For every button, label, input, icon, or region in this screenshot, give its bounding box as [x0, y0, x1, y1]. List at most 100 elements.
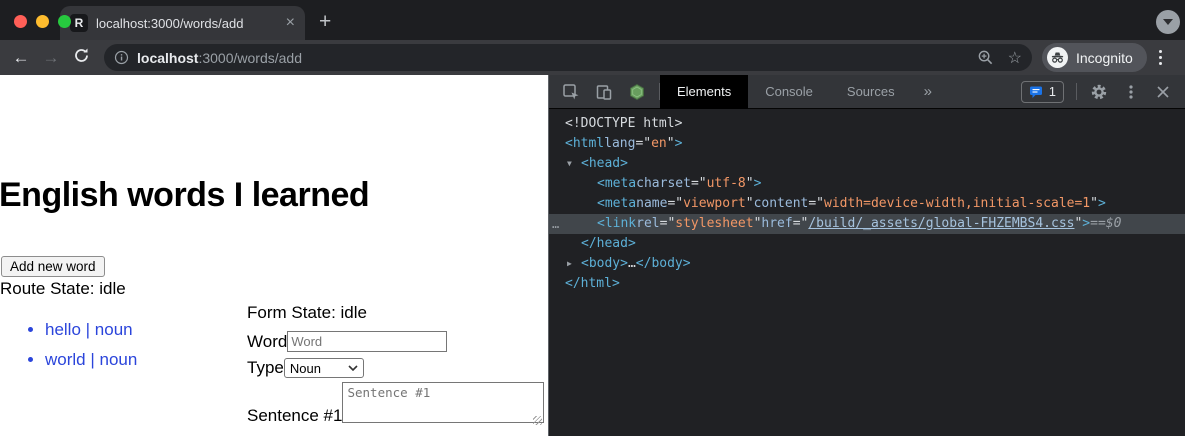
- list-item: hello | noun: [45, 320, 137, 340]
- code-segment: >: [1082, 214, 1090, 234]
- tab-close-icon[interactable]: ×: [286, 15, 295, 31]
- address-bar[interactable]: localhost:3000/words/add ☆: [104, 44, 1032, 71]
- code-segment: ": [746, 194, 754, 214]
- close-window-button[interactable]: [14, 15, 27, 28]
- code-segment: ": [746, 174, 754, 194]
- expand-arrow-icon[interactable]: ▼: [567, 154, 581, 174]
- maximize-window-button[interactable]: [58, 15, 71, 28]
- code-segment: <head>: [581, 154, 628, 174]
- code-segment: content: [754, 194, 809, 214]
- code-segment: <!DOCTYPE html>: [565, 114, 682, 134]
- node-options-ellipsis[interactable]: …: [552, 214, 560, 234]
- browser-menu-button[interactable]: [1159, 50, 1162, 65]
- devtools-dom-node[interactable]: ▶<body>…</body>: [549, 254, 1185, 274]
- arrow-spacer: [551, 274, 565, 294]
- sentence-textarea-wrap: [342, 382, 544, 428]
- traffic-lights: [14, 15, 71, 28]
- zoom-icon[interactable]: [977, 49, 994, 66]
- stylesheet-link[interactable]: /build/_assets/global-FHZEMBS4.css: [808, 214, 1074, 234]
- expand-arrow-icon[interactable]: ▶: [567, 254, 581, 274]
- code-segment: <body>: [581, 254, 628, 274]
- add-new-word-button[interactable]: Add new word: [1, 256, 105, 277]
- code-segment: </html>: [565, 274, 620, 294]
- tab-elements[interactable]: Elements: [660, 75, 748, 109]
- code-segment: =": [635, 134, 651, 154]
- arrow-spacer: [583, 174, 597, 194]
- browser-toolbar: ← → localhost:3000/words/add ☆ Incognito: [0, 40, 1185, 75]
- arrow-spacer: [583, 194, 597, 214]
- code-segment: ": [667, 134, 675, 154]
- code-segment: <meta: [597, 174, 636, 194]
- sentence-label: Sentence #1: [247, 406, 342, 428]
- add-word-form: Form State: idle Word Type Noun Sentence…: [247, 303, 547, 436]
- incognito-icon: [1047, 47, 1068, 68]
- code-segment: width=device-width,initial-scale=1: [824, 194, 1090, 214]
- code-segment: name: [636, 194, 667, 214]
- incognito-badge: Incognito: [1042, 43, 1147, 72]
- type-select[interactable]: Noun: [284, 358, 364, 378]
- tab-console[interactable]: Console: [748, 75, 830, 109]
- browser-tab[interactable]: R localhost:3000/words/add ×: [60, 6, 305, 40]
- more-tabs-icon[interactable]: »: [924, 83, 932, 100]
- console-messages-badge[interactable]: 1: [1021, 81, 1064, 103]
- devtools-dom-node[interactable]: </html>: [549, 274, 1185, 294]
- form-state-text: Form State: idle: [247, 303, 547, 323]
- word-input[interactable]: [287, 331, 447, 352]
- chevron-down-icon: [348, 365, 358, 371]
- forward-button[interactable]: →: [36, 48, 66, 68]
- word-link-hello[interactable]: hello | noun: [45, 320, 133, 339]
- site-info-icon[interactable]: [114, 50, 129, 65]
- devtools-dom-node[interactable]: <html lang="en">: [549, 134, 1185, 154]
- devtools-dom-node[interactable]: <meta charset="utf-8">: [549, 174, 1185, 194]
- list-item: world | noun: [45, 350, 137, 370]
- code-segment: en: [651, 134, 667, 154]
- devtools-dom-tree: <!DOCTYPE html><html lang="en">▼<head><m…: [549, 109, 1185, 436]
- incognito-label: Incognito: [1076, 50, 1133, 66]
- devtools-menu-icon[interactable]: [1121, 82, 1141, 102]
- devtools-dom-node[interactable]: …<link rel="stylesheet" href="/build/_as…: [549, 214, 1185, 234]
- word-label: Word: [247, 332, 287, 352]
- word-link-world[interactable]: world | noun: [45, 350, 137, 369]
- node-js-icon[interactable]: [627, 82, 647, 102]
- type-select-value: Noun: [290, 361, 321, 376]
- code-segment: stylesheet: [675, 214, 753, 234]
- remix-favicon-icon: R: [70, 14, 88, 32]
- web-page: English words I learned Add new word Rou…: [0, 75, 548, 436]
- back-button[interactable]: ←: [6, 48, 36, 68]
- code-segment: =": [691, 174, 707, 194]
- url-text[interactable]: localhost:3000/words/add: [137, 50, 977, 66]
- type-label: Type: [247, 358, 284, 378]
- code-segment: =": [667, 194, 683, 214]
- devtools-dom-node[interactable]: </head>: [549, 234, 1185, 254]
- code-segment: >: [754, 174, 762, 194]
- code-segment: utf-8: [707, 174, 746, 194]
- close-devtools-icon[interactable]: [1153, 82, 1173, 102]
- arrow-spacer: [567, 234, 581, 254]
- code-segment: <html: [565, 134, 604, 154]
- inspect-element-icon[interactable]: [561, 82, 581, 102]
- arrow-spacer: [551, 114, 565, 134]
- code-segment: >: [1098, 194, 1106, 214]
- reload-button[interactable]: [66, 47, 96, 69]
- code-segment: </body>: [636, 254, 691, 274]
- divider: [1076, 83, 1077, 100]
- word-list: hello | noun world | noun: [0, 320, 137, 380]
- code-segment: >: [675, 134, 683, 154]
- code-segment: ": [1090, 194, 1098, 214]
- code-segment: =": [660, 214, 676, 234]
- downloads-button[interactable]: [1156, 10, 1180, 34]
- tab-bar: R localhost:3000/words/add × +: [0, 0, 1185, 40]
- minimize-window-button[interactable]: [36, 15, 49, 28]
- bookmark-star-icon[interactable]: ☆: [1008, 48, 1022, 68]
- code-segment: charset: [636, 174, 691, 194]
- devtools-dom-node[interactable]: <!DOCTYPE html>: [549, 114, 1185, 134]
- sentence-textarea[interactable]: [342, 382, 544, 423]
- device-toolbar-icon[interactable]: [594, 82, 614, 102]
- tab-sources[interactable]: Sources: [830, 75, 912, 109]
- devtools-dom-node[interactable]: ▼<head>: [549, 154, 1185, 174]
- page-title: English words I learned: [0, 176, 369, 215]
- settings-gear-icon[interactable]: [1089, 82, 1109, 102]
- devtools-dom-node[interactable]: <meta name="viewport" content="width=dev…: [549, 194, 1185, 214]
- new-tab-button[interactable]: +: [319, 10, 331, 34]
- code-segment: $0: [1106, 214, 1122, 234]
